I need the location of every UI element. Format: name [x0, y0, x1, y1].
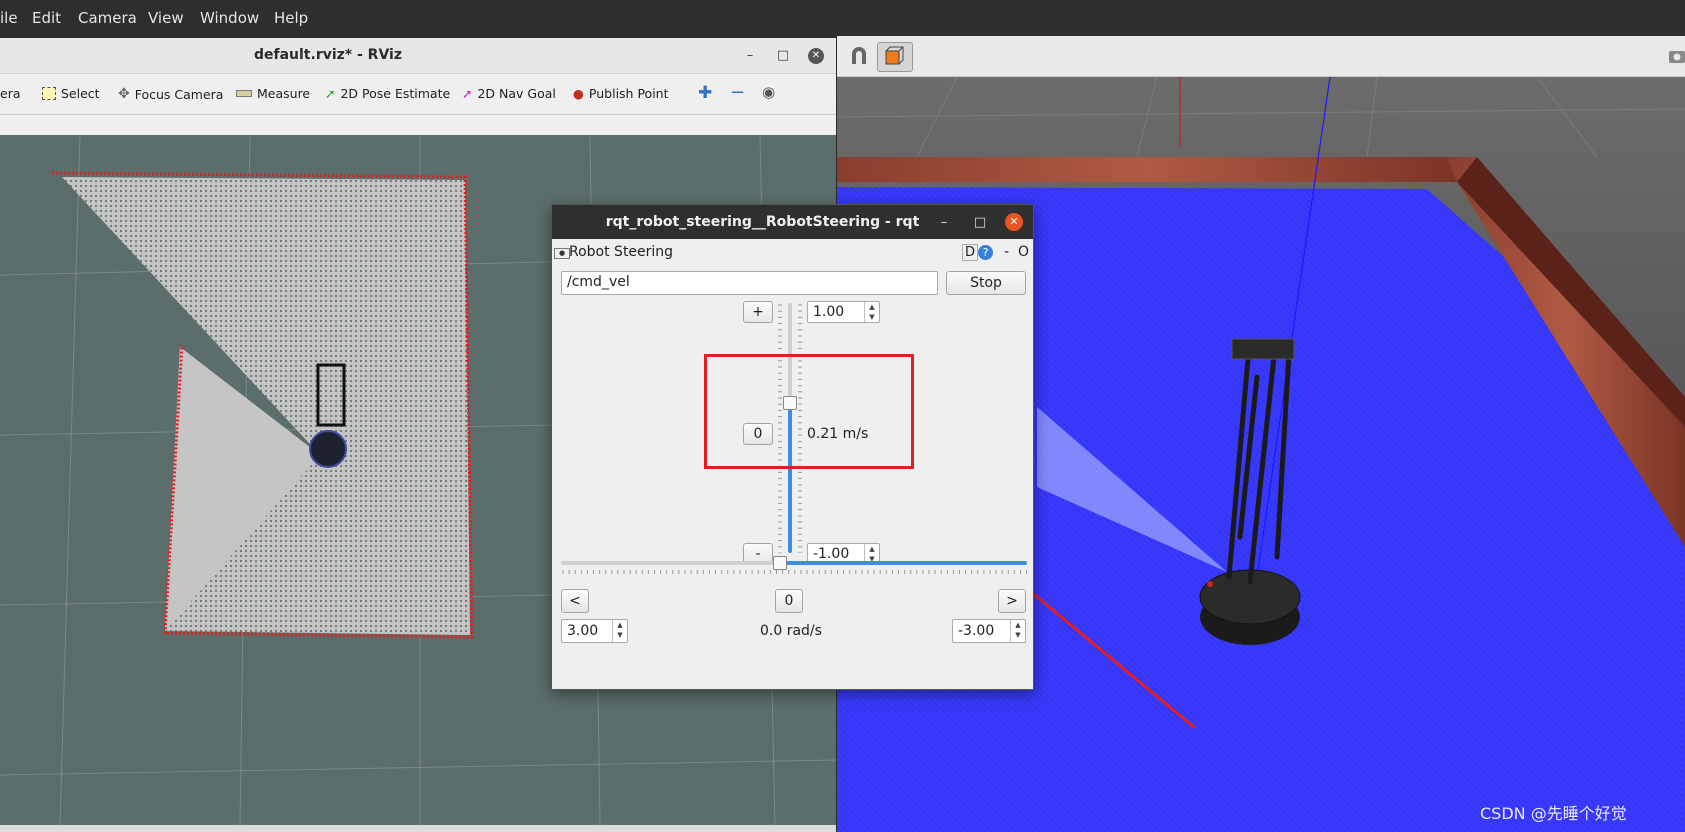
turn-left-button[interactable]: < — [561, 589, 589, 613]
menu-window[interactable]: Window — [200, 9, 259, 27]
spin-arrows-icon[interactable]: ▲ ▼ — [612, 620, 627, 642]
ruler-icon — [236, 90, 252, 97]
pose-estimate-label: 2D Pose Estimate — [340, 86, 451, 101]
box-select-icon[interactable] — [877, 42, 913, 72]
close-icon[interactable]: ✕ — [808, 48, 824, 64]
angular-slider-ticks — [562, 570, 1027, 574]
interact-label: era — [0, 86, 21, 101]
focus-camera-label: Focus Camera — [134, 86, 224, 102]
nav-goal-label: 2D Nav Goal — [477, 86, 556, 101]
eye-icon[interactable]: ◉ — [762, 83, 775, 101]
angular-slider-handle[interactable] — [773, 556, 787, 570]
angular-zero-button[interactable]: 0 — [775, 589, 803, 613]
menu-view[interactable]: View — [148, 9, 184, 27]
add-tool-icon[interactable]: ✚ — [698, 83, 712, 103]
measure-tool[interactable]: Measure — [236, 86, 310, 101]
rqt-steering-window: rqt_robot_steering__RobotSteering - rqt … — [551, 204, 1034, 690]
magenta-arrow-icon: ➚ — [462, 86, 473, 101]
menu-camera[interactable]: Camera — [78, 9, 137, 27]
focus-camera-tool[interactable]: ✥ Focus Camera — [118, 86, 223, 102]
linear-min-value: -1.00 — [813, 546, 850, 562]
publish-point-tool[interactable]: ● Publish Point — [573, 86, 669, 101]
gazebo-toolbar — [837, 36, 1685, 77]
angular-right-field[interactable]: -3.00 ▲ ▼ — [952, 619, 1026, 643]
minimize-icon[interactable]: – — [742, 48, 758, 64]
minimize-icon[interactable]: – — [936, 215, 952, 231]
angular-right-value: -3.00 — [958, 623, 995, 639]
publish-point-label: Publish Point — [588, 86, 669, 101]
plugin-name: Robot Steering — [569, 244, 674, 260]
select-label: Select — [61, 86, 100, 101]
menu-file[interactable]: ile — [0, 9, 18, 27]
menu-edit[interactable]: Edit — [32, 9, 61, 27]
spin-arrows-icon[interactable]: ▲ ▼ — [1010, 620, 1025, 642]
turn-right-button[interactable]: > — [998, 589, 1026, 613]
maximize-icon[interactable]: □ — [972, 215, 988, 231]
magnet-icon[interactable] — [847, 44, 871, 68]
camera-icon[interactable] — [1663, 46, 1685, 66]
pose-estimate-tool[interactable]: ➚ 2D Pose Estimate — [325, 86, 450, 101]
spin-arrows-icon[interactable]: ▲ ▼ — [864, 302, 879, 322]
nav-goal-tool[interactable]: ➚ 2D Nav Goal — [462, 86, 556, 101]
angular-slider-fill — [780, 561, 1027, 565]
select-tool[interactable]: Select — [42, 86, 100, 101]
close-icon[interactable]: ✕ — [1005, 213, 1023, 231]
select-icon — [42, 87, 56, 100]
rviz-title: default.rviz* - RViz — [253, 47, 402, 63]
watermark: CSDN @先睡个好觉 — [1480, 804, 1627, 823]
maximize-icon[interactable]: □ — [775, 48, 791, 64]
rviz-status-strip — [0, 825, 836, 832]
linear-increase-button[interactable]: + — [743, 301, 773, 323]
linear-max-value: 1.00 — [813, 304, 845, 320]
linear-max-field[interactable]: 1.00 ▲ ▼ — [807, 301, 880, 323]
topic-input[interactable]: /cmd_vel — [561, 271, 938, 295]
map-pin-icon: ● — [573, 86, 584, 101]
plugin-minimize-button[interactable]: - — [1004, 244, 1009, 260]
rviz-toolbar: era Select ✥ Focus Camera Measure ➚ 2D P… — [0, 74, 836, 115]
remove-tool-icon[interactable]: − — [730, 82, 745, 103]
help-icon[interactable]: ? — [978, 245, 993, 260]
stop-button[interactable]: Stop — [946, 271, 1026, 295]
rqt-title: rqt_robot_steering__RobotSteering - rqt — [605, 214, 920, 230]
angular-left-field[interactable]: 3.00 ▲ ▼ — [561, 619, 628, 643]
plugin-icon: ● — [554, 248, 570, 259]
rviz-title-bar[interactable]: default.rviz* - RViz – □ ✕ — [0, 38, 836, 74]
angular-left-value: 3.00 — [567, 623, 599, 639]
crosshair-icon: ✥ — [118, 86, 130, 102]
highlight-box — [704, 354, 914, 469]
interact-tool[interactable]: era — [0, 86, 21, 101]
measure-label: Measure — [257, 86, 311, 101]
plugin-close-button[interactable]: O — [1018, 244, 1029, 260]
rqt-title-bar[interactable]: rqt_robot_steering__RobotSteering - rqt … — [552, 205, 1033, 239]
angular-speed-readout: 0.0 rad/s — [760, 623, 822, 639]
dock-button[interactable]: D — [962, 244, 979, 261]
menu-bar: ile Edit Camera View Window Help — [0, 0, 1685, 36]
green-arrow-icon: ➚ — [325, 86, 336, 101]
menu-help[interactable]: Help — [274, 9, 308, 27]
